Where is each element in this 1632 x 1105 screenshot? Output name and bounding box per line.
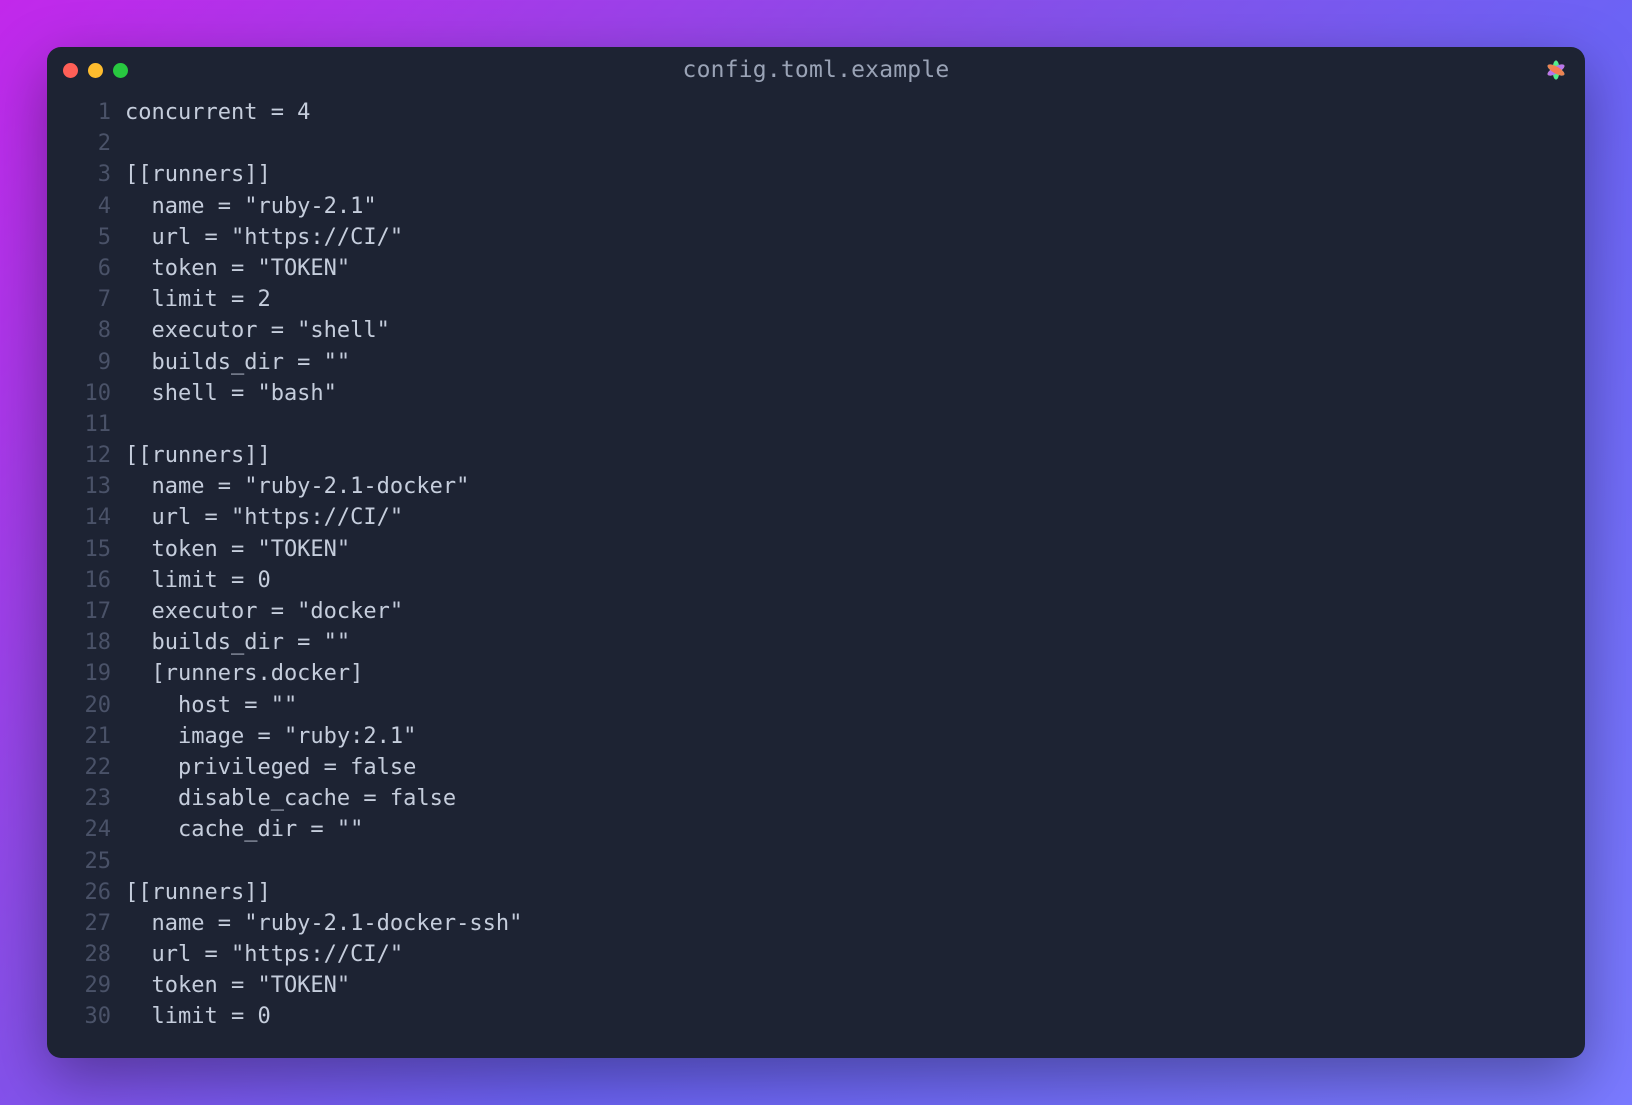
code-line[interactable]: token = "TOKEN": [125, 253, 1585, 284]
code-line[interactable]: name = "ruby-2.1-docker": [125, 471, 1585, 502]
line-number: 22: [47, 752, 111, 783]
code-line[interactable]: url = "https://CI/": [125, 939, 1585, 970]
line-number: 18: [47, 627, 111, 658]
code-line[interactable]: url = "https://CI/": [125, 222, 1585, 253]
line-number: 21: [47, 721, 111, 752]
line-number: 28: [47, 939, 111, 970]
line-number: 8: [47, 315, 111, 346]
line-number: 4: [47, 191, 111, 222]
line-number: 10: [47, 378, 111, 409]
code-line[interactable]: name = "ruby-2.1": [125, 191, 1585, 222]
editor-window: config.toml.example 12345678910111213141…: [47, 47, 1585, 1058]
code-content[interactable]: concurrent = 4 [[runners]] name = "ruby-…: [125, 97, 1585, 1058]
line-number: 27: [47, 908, 111, 939]
code-line[interactable]: url = "https://CI/": [125, 502, 1585, 533]
line-number: 23: [47, 783, 111, 814]
line-number: 9: [47, 347, 111, 378]
line-number: 20: [47, 690, 111, 721]
code-line[interactable]: [[runners]]: [125, 440, 1585, 471]
code-line[interactable]: limit = 0: [125, 565, 1585, 596]
line-number: 2: [47, 128, 111, 159]
close-button[interactable]: [63, 63, 78, 78]
line-number: 3: [47, 159, 111, 190]
line-number: 25: [47, 846, 111, 877]
line-number: 6: [47, 253, 111, 284]
asterisk-icon: [1543, 57, 1569, 83]
line-number: 11: [47, 409, 111, 440]
line-number: 7: [47, 284, 111, 315]
line-number: 16: [47, 565, 111, 596]
line-number: 26: [47, 877, 111, 908]
code-line[interactable]: [125, 846, 1585, 877]
line-number: 14: [47, 502, 111, 533]
line-number: 19: [47, 658, 111, 689]
code-line[interactable]: executor = "shell": [125, 315, 1585, 346]
line-number: 30: [47, 1001, 111, 1032]
line-number: 12: [47, 440, 111, 471]
code-line[interactable]: shell = "bash": [125, 378, 1585, 409]
code-line[interactable]: [runners.docker]: [125, 658, 1585, 689]
window-title: config.toml.example: [683, 57, 950, 83]
line-number: 1: [47, 97, 111, 128]
code-line[interactable]: [[runners]]: [125, 159, 1585, 190]
line-number-gutter: 1234567891011121314151617181920212223242…: [47, 97, 125, 1058]
code-line[interactable]: [[runners]]: [125, 877, 1585, 908]
traffic-lights: [63, 63, 128, 78]
code-line[interactable]: image = "ruby:2.1": [125, 721, 1585, 752]
code-line[interactable]: disable_cache = false: [125, 783, 1585, 814]
code-line[interactable]: name = "ruby-2.1-docker-ssh": [125, 908, 1585, 939]
titlebar: config.toml.example: [47, 47, 1585, 93]
code-line[interactable]: cache_dir = "": [125, 814, 1585, 845]
code-line[interactable]: concurrent = 4: [125, 97, 1585, 128]
editor-area[interactable]: 1234567891011121314151617181920212223242…: [47, 93, 1585, 1058]
line-number: 13: [47, 471, 111, 502]
code-line[interactable]: host = "": [125, 690, 1585, 721]
code-line[interactable]: builds_dir = "": [125, 347, 1585, 378]
code-line[interactable]: [125, 128, 1585, 159]
code-line[interactable]: limit = 2: [125, 284, 1585, 315]
code-line[interactable]: token = "TOKEN": [125, 970, 1585, 1001]
line-number: 15: [47, 534, 111, 565]
code-line[interactable]: privileged = false: [125, 752, 1585, 783]
line-number: 17: [47, 596, 111, 627]
line-number: 29: [47, 970, 111, 1001]
code-line[interactable]: executor = "docker": [125, 596, 1585, 627]
zoom-button[interactable]: [113, 63, 128, 78]
line-number: 24: [47, 814, 111, 845]
line-number: 5: [47, 222, 111, 253]
code-line[interactable]: builds_dir = "": [125, 627, 1585, 658]
code-line[interactable]: token = "TOKEN": [125, 534, 1585, 565]
code-line[interactable]: [125, 409, 1585, 440]
code-line[interactable]: limit = 0: [125, 1001, 1585, 1032]
minimize-button[interactable]: [88, 63, 103, 78]
